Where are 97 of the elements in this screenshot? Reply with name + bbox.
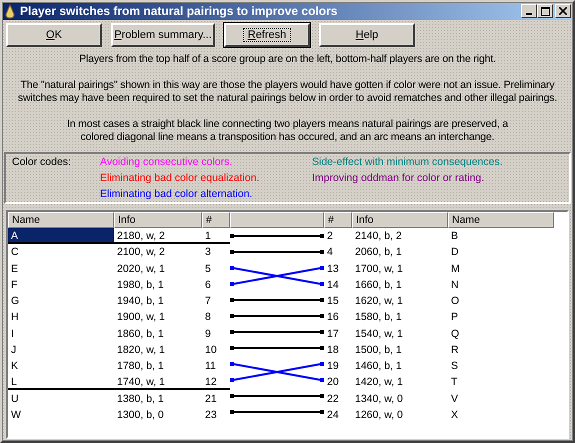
maximize-icon [540, 6, 550, 16]
dialog-button[interactable]: Problem summary... [111, 23, 215, 47]
player-number: 2 [326, 229, 334, 244]
player-number: 15 [326, 294, 340, 309]
info-paragraph: In most cases a straight black line connecting two players means natural pairings are preserved, a colored diagonal line means a transposition has occured, and an arc means an interchange. [66, 118, 510, 144]
player-number: 9 [204, 326, 212, 342]
player-name[interactable]: K [8, 358, 114, 374]
player-info: 1460, b, 1 [354, 359, 403, 374]
player-number: 8 [204, 310, 212, 326]
close-icon [559, 7, 567, 15]
player-info: 1380, b, 1 [116, 392, 165, 406]
player-name: Q [450, 326, 460, 342]
column-header[interactable]: # [324, 212, 352, 228]
player-info: 2020, w, 1 [116, 262, 166, 276]
player-info: 2060, b, 1 [354, 245, 403, 260]
column-header[interactable] [230, 212, 324, 228]
column-header[interactable]: Info [114, 212, 202, 228]
player-name: P [450, 310, 460, 326]
player-number: 16 [326, 310, 340, 326]
player-number: 13 [326, 262, 340, 276]
player-number: 11 [204, 359, 217, 374]
player-name: T [450, 375, 458, 390]
player-info: 1780, b, 1 [116, 359, 165, 374]
player-name: O [450, 294, 460, 309]
close-button[interactable] [555, 4, 571, 18]
player-info: 1940, b, 1 [116, 294, 165, 309]
player-name[interactable]: W [8, 406, 114, 423]
player-name: M [450, 262, 461, 276]
player-number: 5 [204, 262, 212, 276]
player-info: 1700, w, 1 [354, 262, 404, 276]
player-info: 1980, b, 1 [116, 278, 165, 293]
player-info: 1260, w, 0 [354, 408, 404, 423]
player-number: 24 [326, 408, 340, 423]
player-number: 23 [204, 408, 218, 423]
column-header[interactable]: Info [352, 212, 448, 228]
player-number: 6 [204, 278, 212, 293]
player-number: 4 [326, 245, 334, 260]
player-info: 1660, b, 1 [354, 278, 403, 293]
info-paragraph: Players from the top half of a score group are on the left, bottom-half players are on the right. [78, 53, 497, 66]
player-info: 1860, b, 1 [116, 326, 165, 342]
minimize-button[interactable] [521, 4, 537, 18]
player-name[interactable]: H [8, 309, 114, 326]
pear-icon [4, 4, 16, 18]
player-info: 2140, b, 2 [354, 229, 403, 244]
player-number: 19 [326, 359, 340, 374]
player-number: 21 [204, 392, 218, 406]
color-code-text: Avoiding consecutive colors. [100, 156, 232, 168]
dialog-button[interactable]: Help [319, 23, 415, 47]
player-name[interactable]: I [8, 326, 114, 342]
player-info: 2100, w, 2 [116, 245, 166, 260]
player-name[interactable]: A [8, 228, 114, 244]
player-name[interactable]: G [8, 293, 114, 309]
player-info: 1620, w, 1 [354, 294, 404, 309]
player-name[interactable]: F [8, 276, 114, 293]
player-info: 1420, w, 1 [354, 375, 404, 390]
player-number: 3 [204, 245, 212, 260]
player-info: 1540, w, 1 [354, 326, 404, 342]
column-header[interactable]: # [202, 212, 230, 228]
player-number: 22 [326, 392, 340, 406]
player-number: 7 [204, 294, 212, 309]
player-name: N [450, 278, 460, 293]
player-info: 1300, b, 0 [116, 408, 165, 423]
player-info: 1740, w, 1 [114, 374, 202, 390]
player-name[interactable]: C [8, 244, 114, 260]
player-info: 1820, w, 1 [116, 342, 166, 358]
color-code-text: Improving oddman for color or rating. [312, 172, 484, 184]
info-paragraph: The "natural pairings" shown in this way are those the players would have gotten if color were not an issue. Preliminary switches may have been required to set the natural pairings below in order to avoid rematches and other illegal pairings. [16, 79, 558, 105]
window-title: Player switches from natural pairings to improve colors [20, 4, 338, 18]
player-name: D [450, 245, 460, 260]
player-name: X [450, 408, 460, 423]
player-name[interactable]: J [8, 342, 114, 358]
column-header[interactable]: Name [448, 212, 554, 228]
color-code-text: Side-effect with minimum consequences. [312, 156, 503, 168]
player-info: 1900, w, 1 [116, 310, 166, 326]
player-name[interactable]: U [8, 390, 114, 406]
player-info: 2180, w, 2 [114, 228, 202, 244]
player-number: 17 [326, 326, 340, 342]
player-number: 18 [326, 342, 340, 358]
player-name[interactable]: E [8, 260, 114, 276]
maximize-button[interactable] [537, 4, 553, 18]
color-code-text: Eliminating bad color alternation. [100, 188, 252, 200]
player-number: 20 [326, 375, 340, 390]
player-name: B [450, 229, 460, 244]
column-header[interactable]: Name [8, 212, 114, 228]
color-code-text: Eliminating bad color equalization. [100, 172, 260, 184]
player-name[interactable]: L [8, 374, 114, 390]
player-number: 14 [326, 278, 340, 293]
player-info: 1340, w, 0 [354, 392, 404, 406]
dialog-button[interactable]: Refresh [224, 23, 310, 47]
player-info: 1500, b, 1 [354, 342, 403, 358]
color-codes-label: Color codes: [12, 156, 71, 168]
player-name: S [450, 359, 460, 374]
player-name: R [450, 342, 460, 358]
player-name: V [450, 392, 460, 406]
player-info: 1580, b, 1 [354, 310, 403, 326]
player-number: 10 [204, 342, 218, 358]
dialog-button[interactable]: OK [6, 23, 102, 47]
